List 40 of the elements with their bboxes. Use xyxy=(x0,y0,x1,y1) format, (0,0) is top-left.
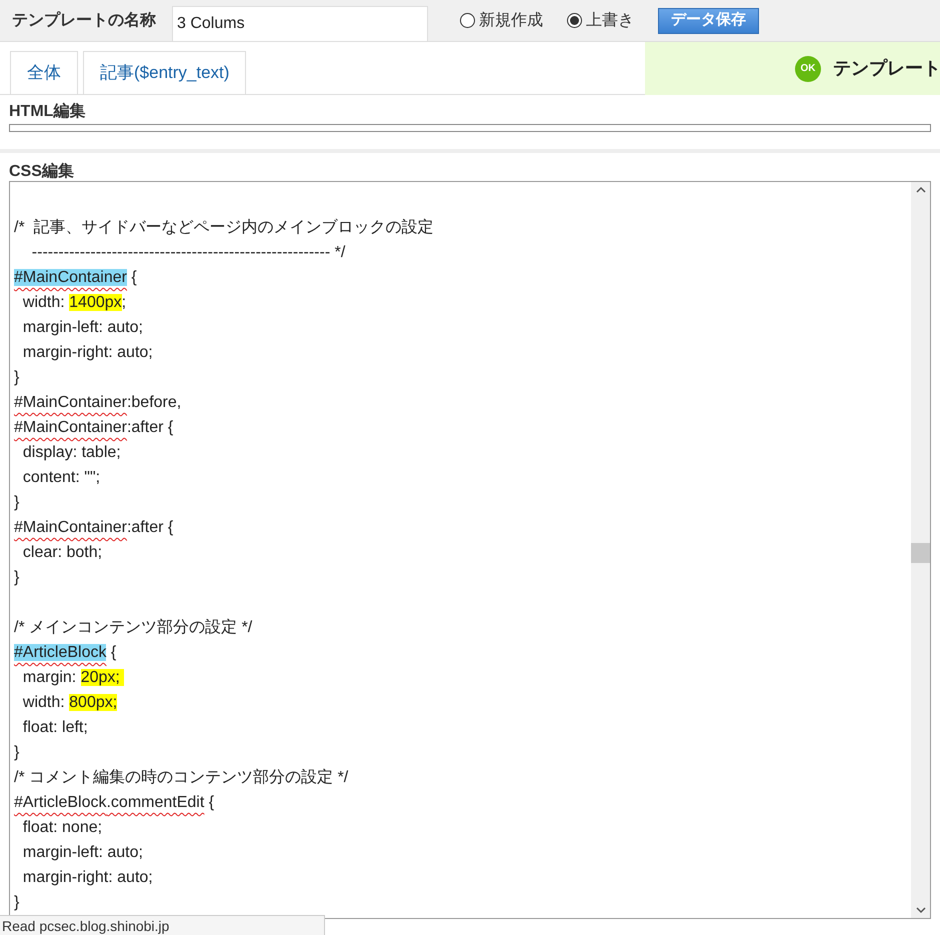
code-line: float: none; xyxy=(22,819,102,836)
mode-radio[interactable]: 新規作成 xyxy=(460,8,543,32)
css-editor-field[interactable] xyxy=(9,181,931,919)
mode-radio[interactable]: 上書き xyxy=(567,8,634,32)
ok-badge: OK xyxy=(795,56,821,82)
code-line: /* コメント編集の時のコンテンツ部分の設定 */ xyxy=(14,769,348,786)
code-line: } xyxy=(14,894,20,911)
code-line: margin-right: auto; xyxy=(22,869,153,886)
code-line: margin-left: auto; xyxy=(22,319,143,336)
code-line: margin-right: auto; xyxy=(22,344,153,361)
code-line: #MainContainer:before, xyxy=(14,394,182,411)
code-line: #MainContainer:after { xyxy=(14,519,174,536)
code-line: #ArticleBlock.commentEdit { xyxy=(14,794,214,811)
code-line: width: 1400px; xyxy=(22,294,126,311)
code-line: /* メインコンテンツ部分の設定 */ xyxy=(14,619,252,636)
section-title: HTML編集 xyxy=(9,103,86,121)
code-line: } xyxy=(14,494,20,511)
code-line: -------------------------------------------------------- */ xyxy=(30,244,346,261)
code-line: clear: both; xyxy=(22,544,102,561)
html-editor-field[interactable] xyxy=(9,124,931,132)
tab[interactable]: 全体 xyxy=(10,51,78,94)
code-line: /* 記事、サイドバーなどページ内のメインブロックの設定 xyxy=(14,219,434,236)
code-line: content: ""; xyxy=(22,469,100,486)
scrollbar-drawing[interactable] xyxy=(911,182,930,918)
template-name-field[interactable]: 3 Colums xyxy=(172,6,428,42)
code-line: } xyxy=(14,744,20,761)
code-line: width: 800px; xyxy=(22,694,118,711)
code-line: #MainContainer { xyxy=(14,269,137,286)
code-line: } xyxy=(14,569,20,586)
tab[interactable]: 記事($entry_text) xyxy=(83,51,246,94)
template-name-label: テンプレートの名称 xyxy=(12,10,156,30)
code-line: display: table; xyxy=(22,444,121,461)
code-line: #MainContainer:after { xyxy=(14,419,174,436)
code-line: } xyxy=(14,369,20,386)
notice-text: テンプレート xyxy=(833,57,940,80)
code-line: margin: 20px; xyxy=(14,669,124,686)
code-line: float: left; xyxy=(22,719,88,736)
code-line: margin-left: auto; xyxy=(22,844,143,861)
status-bar: Read pcsec.blog.shinobi.jp xyxy=(0,915,325,935)
section-title: CSS編集 xyxy=(9,163,74,181)
